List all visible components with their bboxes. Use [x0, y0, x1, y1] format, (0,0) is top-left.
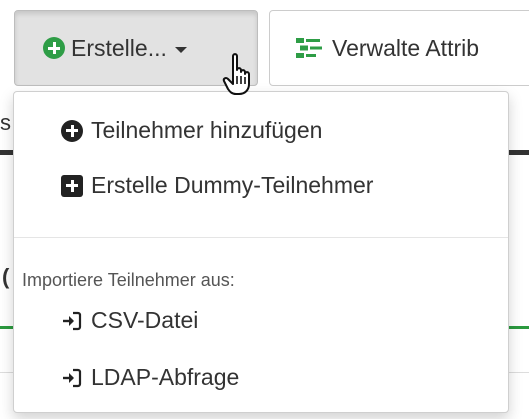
attributes-icon	[296, 38, 322, 58]
plus-circle-icon	[43, 37, 65, 59]
menu-item-import-csv[interactable]: CSV-Datei	[61, 307, 198, 334]
create-dropdown-menu: Teilnehmer hinzufügen Erstelle Dummy-Tei…	[13, 91, 509, 413]
menu-item-label: Teilnehmer hinzufügen	[91, 117, 323, 143]
menu-item-create-dummy-participant[interactable]: Erstelle Dummy-Teilnehmer	[61, 172, 373, 199]
sign-in-icon	[63, 368, 82, 387]
manage-attributes-button[interactable]: Verwalte Attrib	[269, 10, 529, 86]
manage-attributes-label: Verwalte Attrib	[332, 34, 480, 61]
caret-down-icon	[174, 47, 187, 53]
plus-circle-icon	[61, 119, 83, 142]
background-text-fragment: (	[2, 264, 10, 289]
menu-item-add-participant[interactable]: Teilnehmer hinzufügen	[61, 117, 322, 144]
plus-square-icon	[61, 174, 83, 197]
sign-in-icon	[63, 311, 82, 330]
menu-divider	[14, 237, 508, 238]
menu-item-import-ldap[interactable]: LDAP-Abfrage	[61, 364, 239, 391]
import-section-header: Importiere Teilnehmer aus:	[22, 270, 235, 290]
menu-item-label: Erstelle Dummy-Teilnehmer	[91, 172, 374, 198]
menu-item-label: LDAP-Abfrage	[91, 364, 240, 390]
background-text-fragment: s	[0, 110, 11, 135]
menu-item-label: CSV-Datei	[91, 307, 199, 333]
create-button-label: Erstelle...	[71, 34, 167, 61]
hand-pointer-cursor-icon	[222, 53, 250, 95]
